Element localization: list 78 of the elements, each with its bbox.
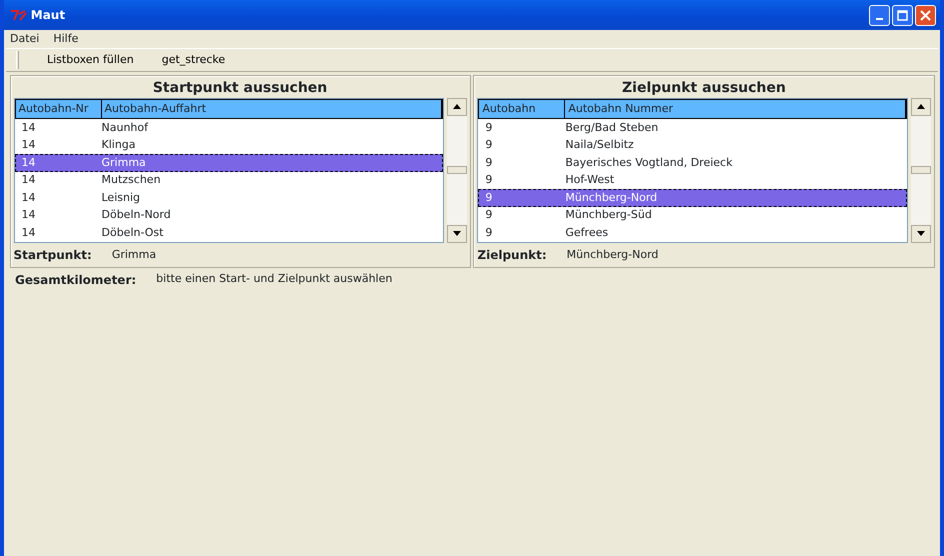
row-text: Döbeln-Nord	[102, 207, 171, 224]
column-header[interactable]: Autobahn	[479, 100, 566, 118]
scroll-down-button[interactable]	[910, 224, 930, 243]
up-arrow-icon	[916, 104, 924, 110]
row-text: Grimma	[102, 154, 146, 171]
list-row[interactable]: 14 Klinga	[14, 136, 443, 154]
list-row[interactable]: 9 Naila/Selbitz	[478, 136, 906, 154]
down-arrow-icon	[916, 231, 924, 236]
toolbar-button[interactable]: Listboxen füllen	[47, 52, 134, 68]
scroll-thumb[interactable]	[446, 166, 467, 174]
row-text: Bayerisches Vogtland, Dreieck	[565, 154, 732, 171]
result-value: Münchberg-Nord	[566, 246, 658, 262]
panel-title: Zielpunkt aussuchen	[621, 78, 787, 98]
row-text: 9	[484, 172, 494, 188]
scroll-down-button[interactable]	[446, 224, 467, 243]
list-row[interactable]: 9 Berg/Bad Steben	[478, 119, 906, 137]
row-text: Münchberg-Nord	[565, 190, 658, 206]
list-row[interactable]: 14 Grimma	[14, 154, 443, 172]
list-row[interactable]: 14 Leisnig	[14, 189, 443, 207]
list-row[interactable]: 9 Münchberg-Nord	[478, 189, 906, 207]
row-text: 9	[484, 154, 494, 171]
row-text: Hof-West	[565, 172, 614, 188]
close-icon	[920, 10, 931, 20]
row-text: 9	[484, 137, 494, 154]
total-value: bitte einen Start- und Zielpunkt auswählen	[156, 271, 392, 288]
row-text: Leisnig	[102, 190, 140, 206]
menu-item[interactable]: Hilfe	[53, 31, 78, 47]
list-row[interactable]: 9 Gefrees	[478, 224, 906, 242]
column-header[interactable]: Autobahn Nummer	[565, 100, 906, 118]
row-text: Döbeln-Ost	[102, 224, 164, 241]
row-text: 14	[20, 172, 36, 188]
list-row[interactable]: 9 Hof-West	[478, 172, 906, 190]
toolbar-button[interactable]: get_strecke	[162, 52, 226, 68]
row-text: 9	[484, 207, 494, 224]
column-header[interactable]: Autobahn-Auffahrt	[102, 100, 442, 118]
list-row[interactable]: 9 Bayerisches Vogtland, Dreieck	[478, 154, 906, 172]
up-arrow-icon	[452, 104, 461, 110]
scrollbar[interactable]	[446, 98, 467, 243]
menu-item[interactable]: Datei	[10, 31, 40, 47]
row-text: 14	[20, 224, 36, 241]
row-text: Münchberg-Süd	[565, 207, 652, 224]
list-row[interactable]: 9 Münchberg-Süd	[478, 206, 906, 224]
row-text: 9	[484, 120, 494, 136]
row-text: 14	[20, 154, 36, 171]
row-text: Berg/Bad Steben	[565, 120, 658, 136]
row-text: 14	[20, 120, 36, 136]
result-label: Zielpunkt:	[477, 246, 547, 264]
scroll-thumb[interactable]	[910, 166, 930, 174]
scrollbar[interactable]	[910, 98, 930, 243]
row-text: Naunhof	[102, 120, 148, 136]
list-row[interactable]: 14 Döbeln-Nord	[14, 206, 443, 224]
column-header[interactable]: Autobahn-Nr	[16, 100, 102, 118]
row-text: 14	[20, 190, 36, 206]
list-row[interactable]: 14 Naunhof	[14, 119, 443, 137]
row-text: 9	[484, 224, 494, 241]
window-title: Maut	[30, 7, 66, 24]
row-text: 14	[20, 207, 36, 224]
row-text: Naila/Selbitz	[565, 137, 634, 154]
result-value: Grimma	[112, 246, 156, 262]
result-label: Startpunkt:	[14, 246, 92, 264]
down-arrow-icon	[452, 231, 461, 236]
panel-title: Startpunkt aussuchen	[152, 78, 328, 98]
close-button[interactable]	[915, 4, 936, 26]
maximize-icon	[897, 10, 908, 20]
row-text: 14	[20, 137, 36, 154]
total-label: Gesamtkilometer:	[15, 272, 136, 288]
minimize-button[interactable]	[869, 4, 890, 26]
scroll-up-button[interactable]	[910, 98, 930, 116]
app-logo-icon	[10, 9, 28, 21]
row-text: 9	[484, 190, 494, 206]
row-text: Mutzschen	[102, 172, 161, 188]
scroll-up-button[interactable]	[446, 98, 467, 116]
maximize-button[interactable]	[892, 4, 913, 26]
row-text: Klinga	[102, 137, 136, 154]
minimize-icon	[876, 18, 883, 20]
list-row[interactable]: 14 Döbeln-Ost	[14, 224, 443, 242]
list-row[interactable]: 14 Mutzschen	[14, 172, 443, 190]
row-text: Gefrees	[565, 224, 608, 241]
